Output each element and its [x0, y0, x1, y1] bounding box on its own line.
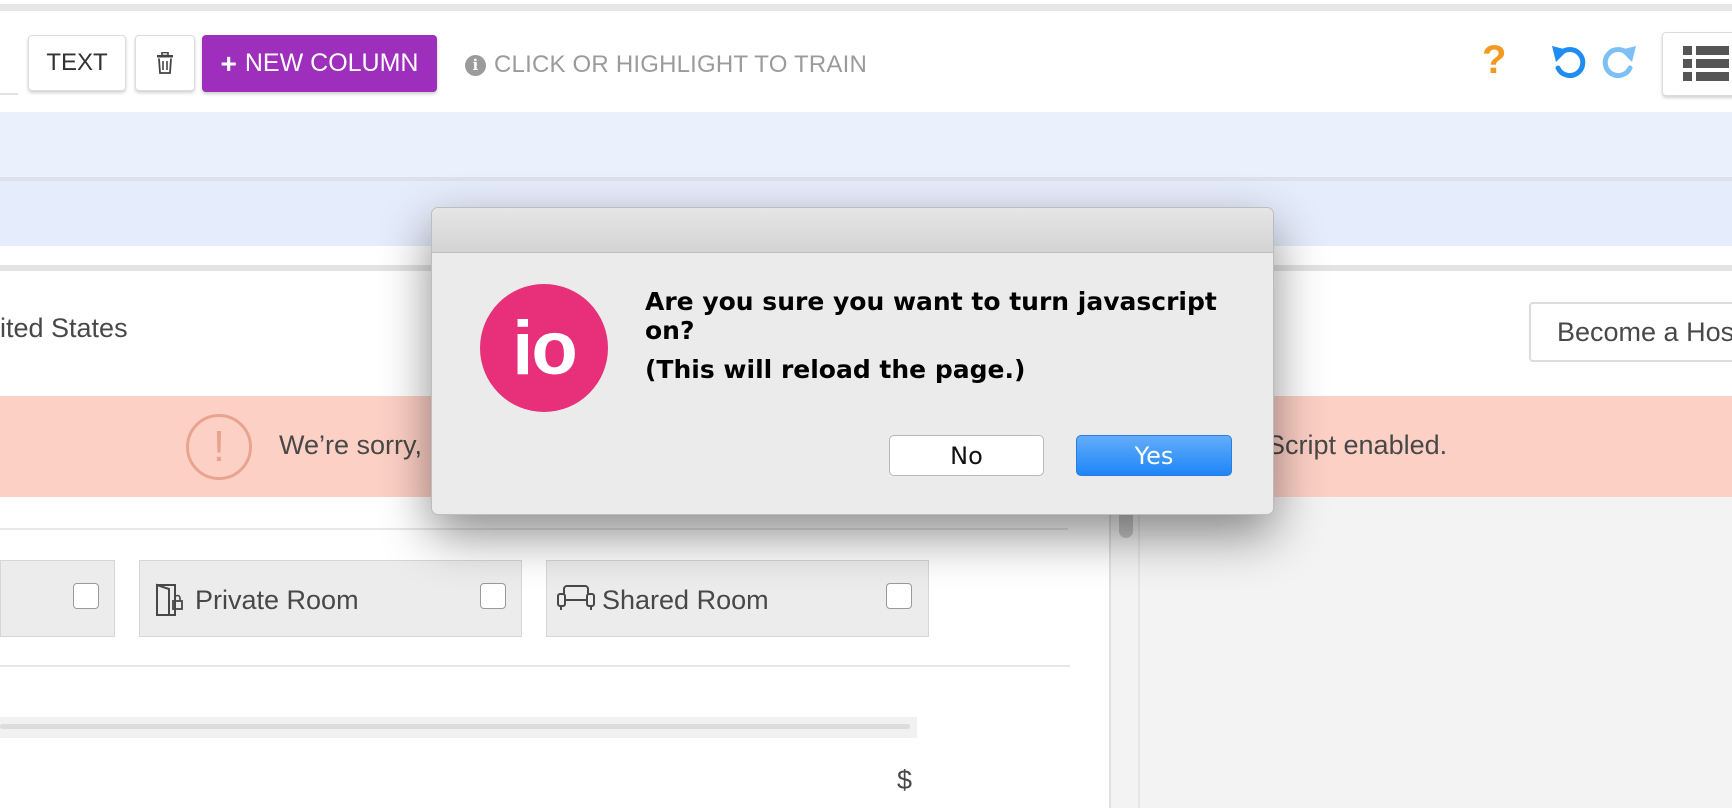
list-icon: [1683, 46, 1729, 81]
confirm-dialog: io Are you sure you want to turn javascr…: [431, 207, 1274, 515]
warning-text: Script enabled.: [1267, 430, 1448, 460]
redo-icon[interactable]: [1598, 42, 1638, 87]
room-type-entire[interactable]: [0, 560, 115, 637]
filters-panel: [0, 497, 1110, 808]
yes-button[interactable]: Yes: [1076, 435, 1232, 476]
warning-icon: !: [186, 414, 252, 480]
selection-band: [0, 112, 1732, 177]
help-icon[interactable]: ?: [1482, 38, 1506, 83]
price-slider[interactable]: [0, 724, 910, 729]
room-type-shared[interactable]: Shared Room: [546, 560, 929, 637]
text-button[interactable]: TEXT: [28, 35, 126, 91]
couch-icon: [557, 585, 595, 610]
room-type-label: Private Room: [195, 585, 359, 615]
url-input-edge[interactable]: [0, 38, 18, 95]
divider: [0, 528, 1068, 530]
panel-divider: [1109, 497, 1111, 808]
panel-divider: [1138, 497, 1140, 808]
new-column-label: NEW COLUMN: [244, 49, 419, 77]
train-hint: i CLICK OR HIGHLIGHT TO TRAIN: [465, 48, 867, 82]
app-logo: io: [480, 284, 608, 412]
room-type-label: Shared Room: [602, 585, 769, 615]
become-host-button[interactable]: Become a Host: [1529, 302, 1732, 362]
list-view-button[interactable]: [1662, 32, 1732, 96]
country-label[interactable]: ited States: [0, 313, 128, 344]
trash-icon: [157, 52, 173, 74]
no-button[interactable]: No: [889, 435, 1044, 476]
undo-icon[interactable]: [1550, 42, 1590, 87]
divider: [0, 665, 1070, 667]
currency-label: $: [897, 765, 913, 795]
door-icon: [156, 583, 183, 616]
room-type-checkbox[interactable]: [480, 583, 506, 609]
room-type-checkbox[interactable]: [73, 583, 99, 609]
delete-button[interactable]: [135, 35, 195, 91]
dialog-titlebar[interactable]: [432, 208, 1273, 253]
plus-icon: +: [220, 47, 237, 79]
top-divider: [0, 4, 1732, 11]
dialog-message: Are you sure you want to turn javascript…: [645, 287, 1217, 345]
train-hint-text: CLICK OR HIGHLIGHT TO TRAIN: [494, 51, 868, 78]
info-icon: i: [465, 54, 486, 76]
dialog-submessage: (This will reload the page.): [645, 355, 1026, 384]
map-panel: [1110, 497, 1732, 808]
room-type-private[interactable]: Private Room: [139, 560, 522, 637]
warning-text: We’re sorry,: [279, 430, 423, 460]
room-type-checkbox[interactable]: [886, 583, 912, 609]
new-column-button[interactable]: + NEW COLUMN: [202, 35, 437, 92]
